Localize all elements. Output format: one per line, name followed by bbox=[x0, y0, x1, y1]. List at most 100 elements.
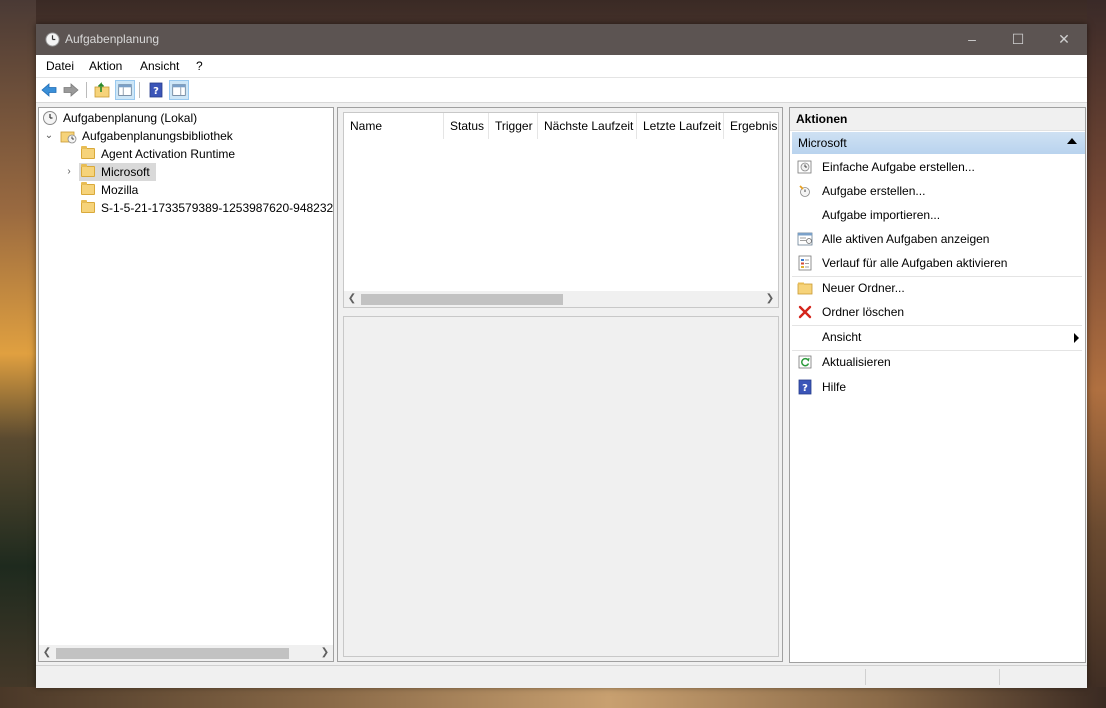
task-scheduler-window: Aufgabenplanung – ☐ ✕ Datei Aktion Ansic… bbox=[36, 24, 1087, 688]
actions-pane: Aktionen Microsoft Einfache Aufgabe erst… bbox=[789, 107, 1086, 663]
column-header-trigger[interactable]: Trigger bbox=[489, 113, 538, 139]
tree-folder-label: Microsoft bbox=[101, 165, 150, 179]
column-header-last-run[interactable]: Letzte Laufzeit bbox=[637, 113, 724, 139]
back-arrow-icon[interactable] bbox=[39, 80, 59, 100]
column-header-status[interactable]: Status bbox=[444, 113, 489, 139]
action-refresh[interactable]: Aktualisieren bbox=[792, 351, 1085, 373]
close-button[interactable]: ✕ bbox=[1041, 24, 1087, 55]
desktop-wallpaper-bottom bbox=[0, 687, 1106, 708]
maximize-button[interactable]: ☐ bbox=[995, 24, 1041, 55]
expand-chevron-down-icon[interactable]: ⌄ bbox=[44, 127, 54, 145]
tree-horizontal-scrollbar[interactable]: ❮ ❯ bbox=[39, 645, 333, 661]
new-folder-icon bbox=[797, 282, 813, 295]
action-label: Aufgabe importieren... bbox=[822, 208, 941, 222]
console-tree-icon[interactable] bbox=[115, 80, 135, 100]
action-new-folder[interactable]: Neuer Ordner... bbox=[792, 277, 1085, 299]
history-icon bbox=[798, 255, 812, 271]
console-tree-pane: Aufgabenplanung (Lokal) ⌄ Aufgabenplanun… bbox=[38, 107, 334, 662]
tree-folder-sid[interactable]: S-1-5-21-1733579389-1253987620-948232861 bbox=[39, 199, 333, 217]
scrollbar-thumb[interactable] bbox=[56, 648, 289, 659]
toolbar: ? bbox=[36, 78, 1087, 103]
tree-folder-agent-activation-runtime[interactable]: Agent Activation Runtime bbox=[39, 145, 333, 163]
action-label: Aktualisieren bbox=[822, 355, 891, 369]
scroll-right-icon[interactable]: ❯ bbox=[762, 291, 778, 307]
action-pane-icon[interactable] bbox=[169, 80, 189, 100]
tree-folder-microsoft[interactable]: › Microsoft bbox=[39, 163, 333, 181]
folder-icon bbox=[81, 200, 95, 213]
task-detail-pane bbox=[343, 316, 779, 657]
task-list[interactable]: Name Status Trigger Nächste Laufzeit Let… bbox=[343, 112, 779, 308]
help-icon: ? bbox=[798, 379, 812, 395]
action-import-task[interactable]: Aufgabe importieren... bbox=[792, 204, 1085, 226]
delete-icon bbox=[798, 305, 812, 319]
list-horizontal-scrollbar[interactable]: ❮ ❯ bbox=[344, 291, 778, 307]
clock-icon bbox=[45, 32, 60, 47]
menu-bar: Datei Aktion Ansicht ? bbox=[36, 55, 1087, 78]
tree-folder-label: S-1-5-21-1733579389-1253987620-948232861 bbox=[101, 201, 334, 215]
menu-aktion[interactable]: Aktion bbox=[89, 59, 122, 73]
toolbar-separator bbox=[139, 82, 140, 98]
expand-chevron-right-icon[interactable]: › bbox=[64, 163, 74, 181]
tree-root-label: Aufgabenplanung (Lokal) bbox=[63, 111, 198, 125]
action-label: Ordner löschen bbox=[822, 305, 905, 319]
library-folder-icon bbox=[60, 131, 77, 144]
collapse-caret-icon[interactable] bbox=[1067, 138, 1077, 144]
menu-ansicht[interactable]: Ansicht bbox=[140, 59, 179, 73]
menu-datei[interactable]: Datei bbox=[46, 59, 74, 73]
create-basic-task-icon bbox=[797, 160, 812, 174]
create-task-icon bbox=[799, 185, 810, 197]
column-header-next-run[interactable]: Nächste Laufzeit bbox=[538, 113, 637, 139]
status-cell bbox=[999, 669, 1087, 685]
action-label: Ansicht bbox=[822, 330, 862, 344]
title-bar[interactable]: Aufgabenplanung – ☐ ✕ bbox=[36, 24, 1087, 55]
scroll-right-icon[interactable]: ❯ bbox=[317, 645, 333, 661]
desktop-wallpaper-left bbox=[0, 0, 36, 708]
actions-header-label: Aktionen bbox=[796, 112, 848, 126]
action-label: Verlauf für alle Aufgaben aktivieren bbox=[822, 256, 1008, 270]
minimize-button[interactable]: – bbox=[949, 24, 995, 55]
svg-text:?: ? bbox=[802, 383, 808, 394]
scroll-left-icon[interactable]: ❮ bbox=[344, 291, 360, 307]
tree-folder-label: Agent Activation Runtime bbox=[101, 147, 236, 161]
status-bar bbox=[36, 665, 1087, 688]
running-tasks-icon bbox=[797, 232, 813, 246]
action-label: Alle aktiven Aufgaben anzeigen bbox=[822, 232, 990, 246]
submenu-arrow-icon bbox=[1074, 333, 1079, 343]
action-show-running-tasks[interactable]: Alle aktiven Aufgaben anzeigen bbox=[792, 228, 1085, 250]
scroll-left-icon[interactable]: ❮ bbox=[39, 645, 55, 661]
tree-library-label: Aufgabenplanungsbibliothek bbox=[82, 129, 233, 143]
actions-section-microsoft[interactable]: Microsoft bbox=[792, 132, 1085, 154]
actions-header: Aktionen bbox=[790, 108, 1085, 131]
actions-section-label: Microsoft bbox=[798, 136, 847, 150]
desktop-wallpaper-right bbox=[1087, 0, 1106, 708]
action-help[interactable]: ? Hilfe bbox=[792, 376, 1085, 398]
up-folder-icon[interactable] bbox=[92, 80, 112, 100]
scrollbar-thumb[interactable] bbox=[361, 294, 563, 305]
menu-help[interactable]: ? bbox=[196, 59, 203, 73]
column-header-name[interactable]: Name bbox=[344, 113, 444, 139]
column-header-result[interactable]: Ergebnis d bbox=[724, 113, 778, 139]
action-enable-history[interactable]: Verlauf für alle Aufgaben aktivieren bbox=[792, 252, 1085, 274]
tree-library[interactable]: ⌄ Aufgabenplanungsbibliothek bbox=[39, 127, 333, 145]
forward-arrow-icon[interactable] bbox=[61, 80, 81, 100]
action-view-submenu[interactable]: Ansicht bbox=[792, 326, 1085, 348]
refresh-icon bbox=[798, 355, 812, 369]
status-cell bbox=[865, 669, 999, 685]
svg-text:?: ? bbox=[153, 86, 159, 97]
tree-folder-label: Mozilla bbox=[101, 183, 139, 197]
action-label: Neuer Ordner... bbox=[822, 281, 905, 295]
tree-root[interactable]: Aufgabenplanung (Lokal) bbox=[39, 109, 333, 127]
window-title: Aufgabenplanung bbox=[65, 32, 160, 46]
action-label: Hilfe bbox=[822, 380, 847, 394]
folder-icon bbox=[81, 146, 95, 159]
toolbar-separator bbox=[86, 82, 87, 98]
action-create-basic-task[interactable]: Einfache Aufgabe erstellen... bbox=[792, 156, 1085, 178]
action-label: Einfache Aufgabe erstellen... bbox=[822, 160, 975, 174]
tree-folder-mozilla[interactable]: Mozilla bbox=[39, 181, 333, 199]
action-label: Aufgabe erstellen... bbox=[822, 184, 926, 198]
task-area: Name Status Trigger Nächste Laufzeit Let… bbox=[337, 107, 783, 662]
folder-icon bbox=[81, 182, 95, 195]
help-icon[interactable]: ? bbox=[146, 80, 166, 100]
action-create-task[interactable]: Aufgabe erstellen... bbox=[792, 180, 1085, 202]
action-delete-folder[interactable]: Ordner löschen bbox=[792, 301, 1085, 323]
